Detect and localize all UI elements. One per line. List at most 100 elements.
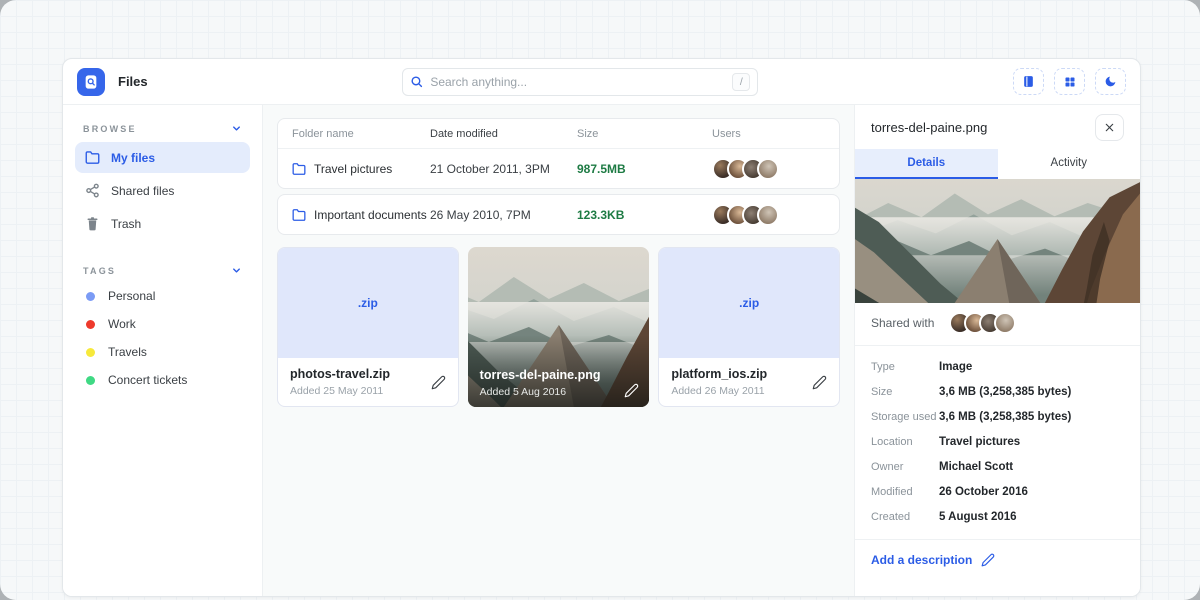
- detail-value: 3,6 MB (3,258,385 bytes): [939, 386, 1071, 398]
- grid-icon: [1064, 76, 1076, 88]
- shared-with-label: Shared with: [871, 316, 934, 330]
- column-header: Date modified: [430, 128, 577, 140]
- tag-item-work[interactable]: Work: [75, 310, 250, 338]
- detail-value: 5 August 2016: [939, 511, 1017, 523]
- tag-item-travels[interactable]: Travels: [75, 338, 250, 366]
- tag-dot: [86, 292, 95, 301]
- detail-row: Size 3,6 MB (3,258,385 bytes): [871, 379, 1124, 404]
- folder-size: 987.5MB: [577, 162, 712, 176]
- tag-label: Personal: [108, 289, 155, 303]
- tag-item-concert-tickets[interactable]: Concert tickets: [75, 366, 250, 394]
- detail-label: Modified: [871, 486, 939, 498]
- tag-dot: [86, 348, 95, 357]
- detail-row: Created 5 August 2016: [871, 504, 1124, 529]
- search-box[interactable]: /: [402, 68, 758, 96]
- panel-title: torres-del-paine.png: [871, 120, 987, 135]
- share-icon: [85, 183, 100, 198]
- browse-section-header[interactable]: BROWSE: [75, 119, 250, 140]
- avatar: [994, 312, 1016, 334]
- mountain-photo: [855, 179, 1140, 303]
- chevron-down-icon: [231, 265, 242, 276]
- detail-row: Location Travel pictures: [871, 429, 1124, 454]
- sidebar-item-my-files[interactable]: My files: [75, 142, 250, 173]
- file-card-platform-ios[interactable]: .zip platform_ios.zip Added 26 May 2011: [658, 247, 840, 407]
- date-modified: 26 May 2010, 7PM: [430, 208, 577, 222]
- app-title: Files: [118, 74, 148, 89]
- file-card-photos-travel[interactable]: .zip photos-travel.zip Added 25 May 2011: [277, 247, 459, 407]
- file-name: torres-del-paine.png: [480, 368, 601, 382]
- image-preview: [855, 179, 1140, 303]
- folder-icon: [292, 208, 306, 222]
- book-button[interactable]: [1013, 68, 1044, 95]
- tag-dot: [86, 320, 95, 329]
- tags-label: TAGS: [83, 266, 116, 276]
- folder-name: Important documents: [314, 208, 427, 222]
- dark-mode-button[interactable]: [1095, 68, 1126, 95]
- sidebar-item-trash[interactable]: Trash: [75, 208, 250, 239]
- file-added-date: Added 5 Aug 2016: [480, 386, 601, 398]
- add-description-button[interactable]: Add a description: [855, 540, 1140, 580]
- edit-pencil-icon: [981, 553, 995, 567]
- detail-value: Image: [939, 361, 972, 373]
- zip-badge: .zip: [739, 296, 759, 310]
- book-icon: [1022, 75, 1035, 88]
- file-card-torres-del-paine[interactable]: torres-del-paine.png Added 5 Aug 2016: [468, 247, 650, 407]
- tag-label: Work: [108, 317, 136, 331]
- user-avatars: [712, 204, 825, 226]
- tag-label: Travels: [108, 345, 147, 359]
- search-icon: [410, 75, 423, 88]
- close-icon: [1104, 122, 1115, 133]
- files-app-window: Files /: [62, 58, 1141, 597]
- sidebar-item-shared-files[interactable]: Shared files: [75, 175, 250, 206]
- file-added-date: Added 25 May 2011: [290, 385, 390, 397]
- sidebar-item-label: My files: [111, 151, 155, 165]
- column-header: Users: [712, 128, 825, 140]
- detail-value: 3,6 MB (3,258,385 bytes): [939, 411, 1071, 423]
- table-row[interactable]: Important documents 26 May 2010, 7PM 123…: [278, 195, 839, 234]
- sidebar-item-label: Trash: [111, 217, 141, 231]
- tab-activity[interactable]: Activity: [998, 149, 1141, 179]
- desktop-background: Files /: [0, 0, 1200, 600]
- chevron-down-icon: [231, 123, 242, 134]
- tag-label: Concert tickets: [108, 373, 187, 387]
- shared-avatars: [949, 312, 1016, 334]
- header-actions: [1013, 68, 1126, 95]
- detail-row: Owner Michael Scott: [871, 454, 1124, 479]
- grid-view-button[interactable]: [1054, 68, 1085, 95]
- add-description-label: Add a description: [871, 553, 972, 567]
- detail-value: Michael Scott: [939, 461, 1013, 473]
- column-header: Size: [577, 128, 712, 140]
- detail-row: Modified 26 October 2016: [871, 479, 1124, 504]
- folder-icon: [85, 150, 100, 165]
- edit-pencil-icon[interactable]: [431, 375, 446, 390]
- folders-table-row-card: Important documents 26 May 2010, 7PM 123…: [277, 194, 840, 235]
- tags-section-header[interactable]: TAGS: [75, 261, 250, 282]
- tab-details[interactable]: Details: [855, 149, 998, 179]
- sidebar-item-label: Shared files: [111, 184, 174, 198]
- search-shortcut-key: /: [732, 73, 750, 91]
- zip-thumbnail: .zip: [659, 248, 839, 358]
- avatar: [757, 204, 779, 226]
- search-input[interactable]: [430, 75, 725, 89]
- detail-value: 26 October 2016: [939, 486, 1028, 498]
- close-panel-button[interactable]: [1095, 114, 1124, 141]
- folder-name: Travel pictures: [314, 162, 392, 176]
- moon-icon: [1104, 75, 1117, 88]
- edit-pencil-icon[interactable]: [812, 375, 827, 390]
- zip-thumbnail: .zip: [278, 248, 458, 358]
- sidebar: BROWSE My files: [63, 105, 263, 596]
- table-row[interactable]: Travel pictures 21 October 2011, 3PM 987…: [278, 149, 839, 188]
- tag-item-personal[interactable]: Personal: [75, 282, 250, 310]
- column-header: Folder name: [292, 128, 430, 140]
- detail-row: Storage used 3,6 MB (3,258,385 bytes): [871, 404, 1124, 429]
- detail-label: Size: [871, 386, 939, 398]
- browse-label: BROWSE: [83, 124, 137, 134]
- zip-badge: .zip: [358, 296, 378, 310]
- files-logo-icon: [77, 68, 105, 96]
- edit-pencil-icon[interactable]: [624, 383, 639, 398]
- folder-icon: [292, 162, 306, 176]
- file-cards: .zip photos-travel.zip Added 25 May 2011: [277, 247, 840, 407]
- detail-label: Location: [871, 436, 939, 448]
- folders-table: Folder name Date modified Size Users: [277, 118, 840, 189]
- file-details-list: Type Image Size 3,6 MB (3,258,385 bytes)…: [855, 346, 1140, 540]
